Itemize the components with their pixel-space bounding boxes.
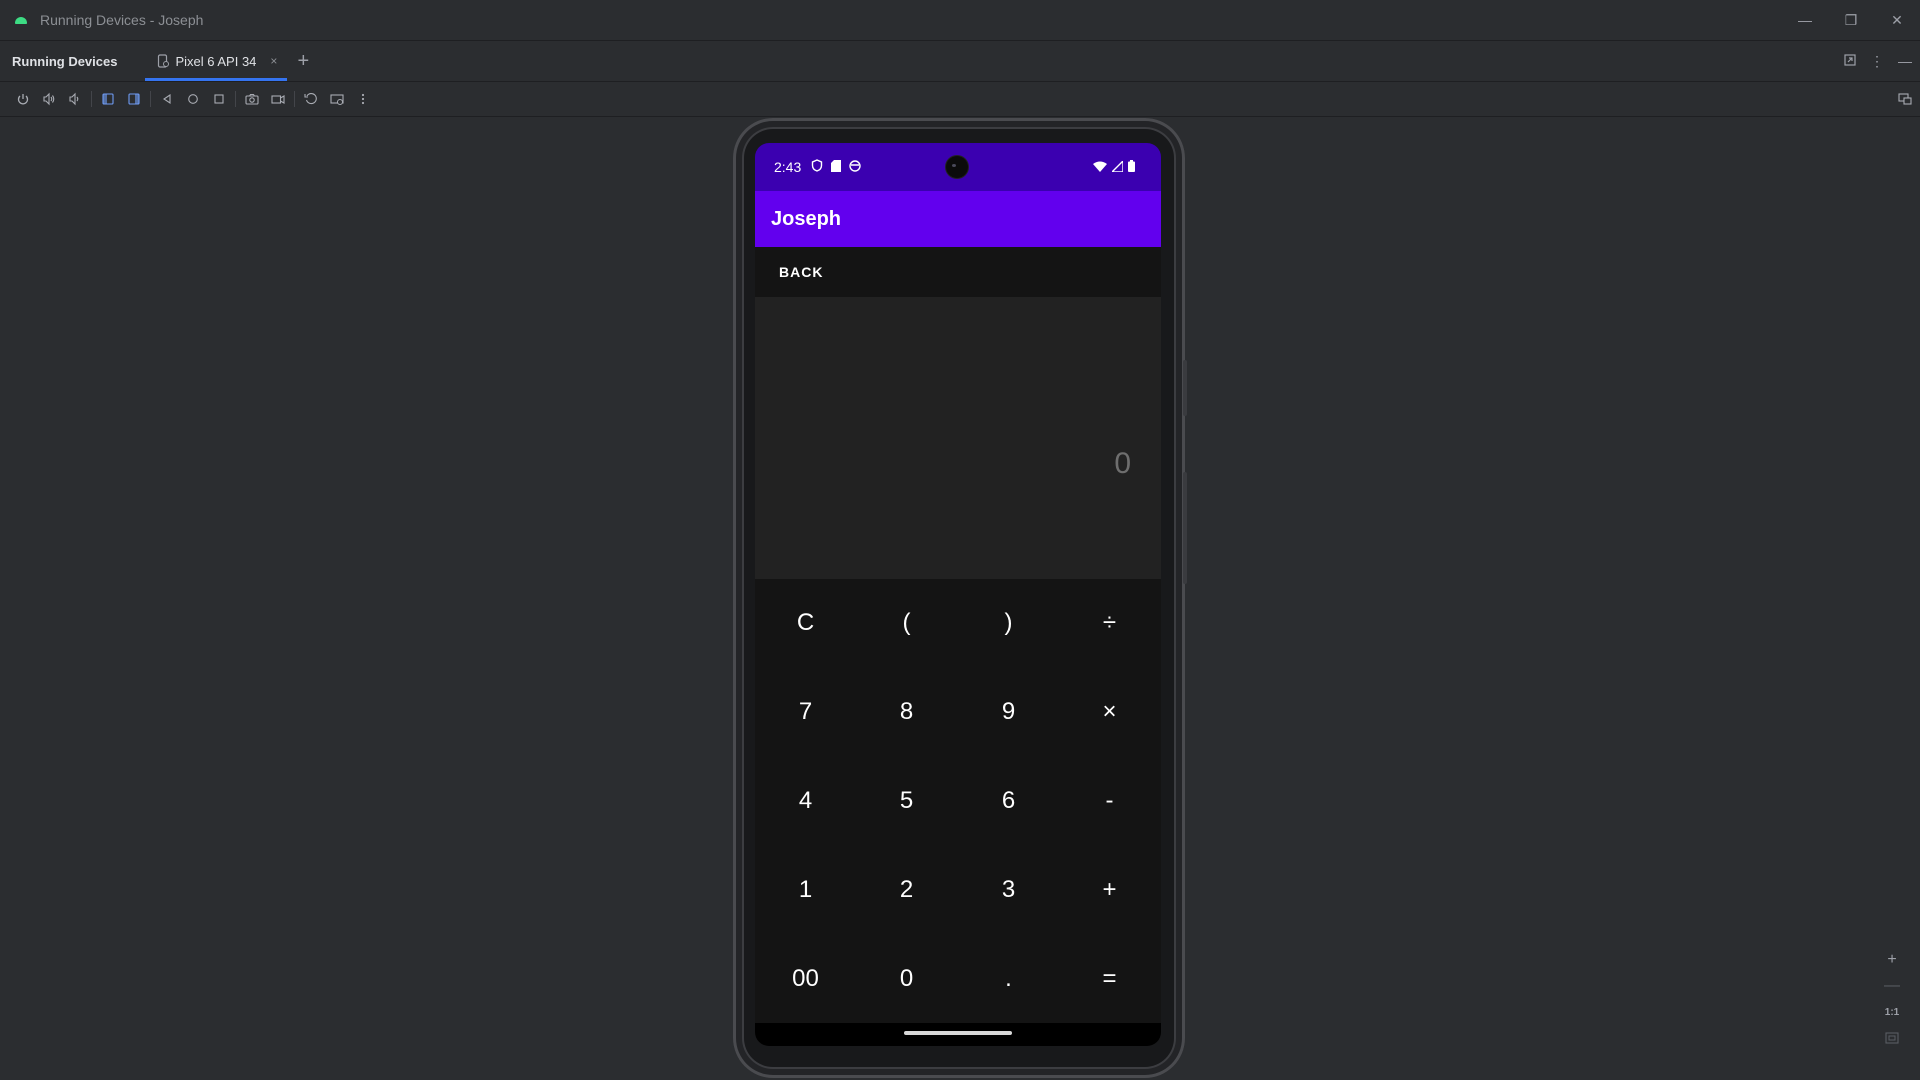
tab-close-icon[interactable]: × [270,54,277,68]
key-0[interactable]: 0 [856,935,957,1023]
key-5[interactable]: 5 [856,757,957,845]
key-open-paren[interactable]: ( [856,579,957,667]
app-title: Joseph [771,207,842,230]
rotate-right-icon[interactable] [121,86,147,112]
back-icon[interactable] [154,86,180,112]
window-title: Running Devices - Joseph [40,12,204,28]
key-1[interactable]: 1 [755,846,856,934]
zoom-controls: + — 1:1 [1878,950,1906,1048]
tool-window-actions: ⋮ — [1844,41,1912,81]
key-close-paren[interactable]: ) [958,579,1059,667]
back-button[interactable]: BACK [763,255,839,289]
face-icon [849,159,861,175]
device-volume-button [1183,472,1187,584]
tool-window-header: Running Devices Pixel 6 API 34 × + ⋮ — [0,41,1920,82]
key-3[interactable]: 3 [958,846,1059,934]
key-2[interactable]: 2 [856,846,957,934]
window-controls: — ❐ ✕ [1782,0,1920,40]
detach-icon[interactable] [1844,53,1856,69]
key-6[interactable]: 6 [958,757,1059,845]
battery-icon [1128,159,1135,175]
hide-icon[interactable]: — [1898,53,1912,69]
android-studio-icon [14,15,28,25]
key-9[interactable]: 9 [958,668,1059,756]
screenshot-icon[interactable] [239,86,265,112]
toolbar-separator [91,91,92,107]
minimize-button[interactable]: — [1782,0,1828,40]
status-system-icons [1093,143,1135,191]
close-window-button[interactable]: ✕ [1874,0,1920,40]
app-bar: Joseph [755,191,1161,247]
fit-screen-icon[interactable] [1880,1028,1904,1048]
extended-controls-icon[interactable] [324,86,350,112]
more-icon[interactable] [350,86,376,112]
add-device-button[interactable]: + [297,51,309,71]
front-camera [946,156,968,178]
overview-icon[interactable] [206,86,232,112]
device-screen[interactable]: 2:43 Joseph BACK 0 C () ÷ 7 8 9 × 4 5 6… [755,143,1161,1046]
toolbar-separator [294,91,295,107]
zoom-out-button[interactable]: — [1880,976,1904,996]
screen-record-icon[interactable] [265,86,291,112]
zoom-in-button[interactable]: + [1880,950,1904,970]
calculator-display: 0 [755,297,1161,579]
volume-down-icon[interactable] [62,86,88,112]
tab-label: Pixel 6 API 34 [175,53,257,69]
power-icon[interactable] [10,86,36,112]
calculator-keypad: C ( ) ÷ 7 8 9 × 4 5 6 - 1 2 3 + 00 0 . = [755,579,1161,1023]
status-time: 2:43 [774,159,802,175]
key-equals[interactable]: = [1059,935,1160,1023]
device-side-button [1183,360,1187,416]
toolbar-separator [150,91,151,107]
key-add[interactable]: + [1059,846,1160,934]
key-double-zero[interactable]: 00 [755,935,856,1023]
device-icon [157,54,170,68]
home-icon[interactable] [180,86,206,112]
actual-size-button[interactable]: 1:1 [1880,1002,1904,1022]
home-gesture-handle[interactable] [904,1031,1012,1035]
tab-pixel-6-api-34[interactable]: Pixel 6 API 34 × [145,41,288,81]
key-subtract[interactable]: - [1059,757,1160,845]
key-multiply[interactable]: × [1059,668,1160,756]
device-mirroring-icon[interactable] [1892,86,1918,112]
back-row: BACK [755,247,1161,297]
snapshot-icon[interactable] [298,86,324,112]
volume-up-icon[interactable] [36,86,62,112]
key-7[interactable]: 7 [755,668,856,756]
status-notification-icons [811,159,861,175]
key-4[interactable]: 4 [755,757,856,845]
status-bar: 2:43 [755,143,1161,191]
sd-card-icon [831,159,842,175]
key-decimal[interactable]: . [958,935,1059,1023]
key-clear[interactable]: C [755,579,856,667]
key-divide[interactable]: ÷ [1059,579,1160,667]
key-8[interactable]: 8 [856,668,957,756]
device-toolbar [0,82,1920,117]
toolbar-separator [235,91,236,107]
tool-window-title: Running Devices [12,53,118,69]
gesture-nav-bar [755,1023,1161,1046]
wifi-icon [1093,159,1107,175]
cell-signal-icon [1110,159,1124,175]
title-bar: Running Devices - Joseph — ❐ ✕ [0,0,1920,41]
restore-button[interactable]: ❐ [1828,0,1874,40]
rotate-left-icon[interactable] [95,86,121,112]
options-icon[interactable]: ⋮ [1870,53,1884,70]
shield-icon [811,159,823,175]
display-value: 0 [1114,447,1131,480]
